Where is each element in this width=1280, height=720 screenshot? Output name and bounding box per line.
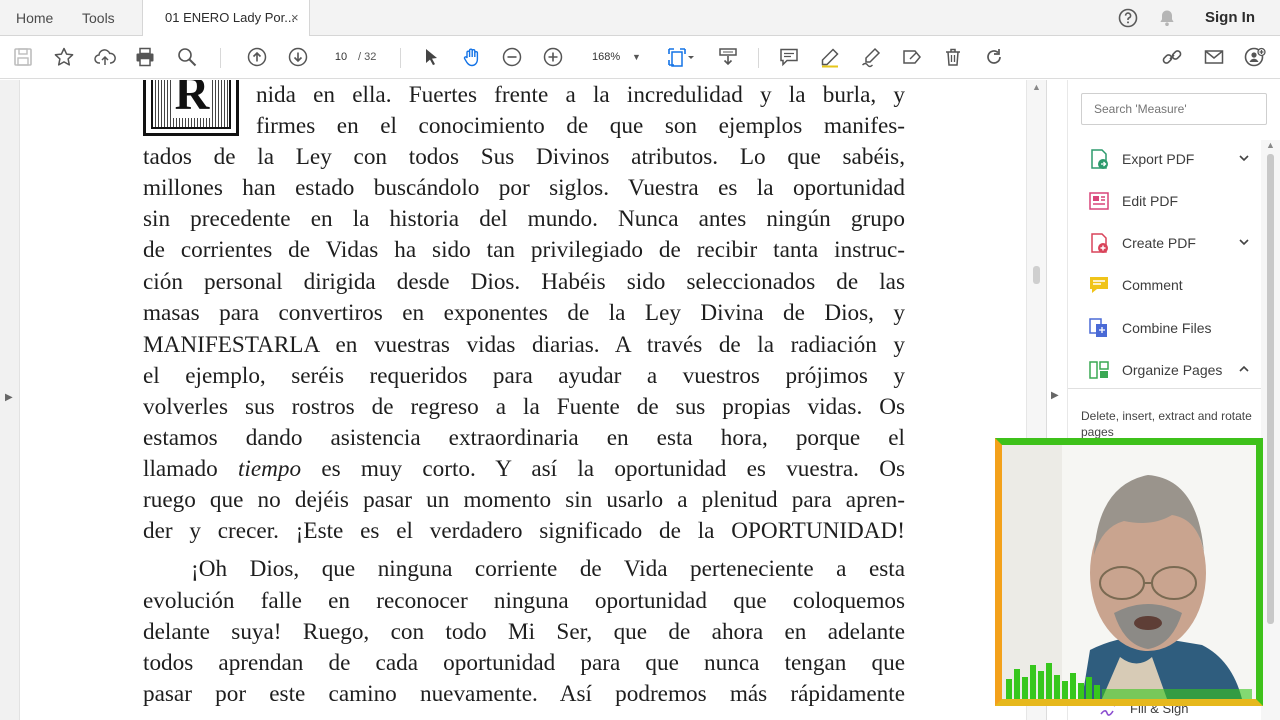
comment-icon[interactable]	[778, 46, 800, 68]
text-line: masas para convertiros en exponentes de …	[143, 300, 905, 326]
highlight-pen-icon[interactable]	[819, 46, 841, 68]
notifications-bell-icon[interactable]	[1157, 8, 1177, 28]
scrolling-mode-icon[interactable]	[717, 46, 739, 68]
zoom-out-icon[interactable]	[501, 46, 523, 68]
share-link-icon[interactable]	[1161, 46, 1183, 68]
tools-scrollbar[interactable]: ▲	[1261, 140, 1280, 720]
left-panel-toggle[interactable]: ▶	[0, 80, 20, 720]
next-page-icon[interactable]	[287, 46, 309, 68]
zoom-level-dropdown[interactable]: 168% ▼	[586, 46, 644, 68]
rotate-redo-icon[interactable]	[983, 46, 1005, 68]
select-pointer-icon[interactable]	[420, 46, 442, 68]
previous-page-icon[interactable]	[246, 46, 268, 68]
top-tab-bar: Home Tools 01 ENERO Lady Por... × Sign I…	[0, 0, 1280, 37]
chevron-up-icon[interactable]	[1238, 363, 1250, 375]
email-envelope-icon[interactable]	[1203, 46, 1225, 68]
organize-pages-tool[interactable]: Organize Pages	[1088, 353, 1268, 387]
text-line: sin precedente en la historia del mundo.…	[143, 206, 905, 232]
tool-label: Organize Pages	[1122, 362, 1223, 378]
tool-label: Export PDF	[1122, 151, 1195, 167]
scrollbar-thumb[interactable]	[1267, 154, 1274, 624]
scroll-up-arrow-icon[interactable]: ▲	[1266, 140, 1275, 150]
panel-divider	[1068, 388, 1264, 389]
zoom-level-value: 168%	[592, 51, 621, 63]
save-icon[interactable]	[12, 46, 34, 68]
edit-pdf-icon	[1088, 190, 1110, 212]
text-line: tados de la Ley con todos Sus Divinos at…	[143, 144, 905, 170]
text-line: delante suya! Ruego, con todo Mi Ser, qu…	[143, 619, 905, 645]
toolbar-divider	[758, 48, 759, 68]
text-line: volverles sus rostros de regreso a la Fu…	[143, 394, 905, 420]
acrobat-window: Home Tools 01 ENERO Lady Por... × Sign I…	[0, 0, 1280, 720]
chevron-down-icon[interactable]	[1238, 152, 1250, 164]
text-line: nida en ella. Fuertes frente a la incred…	[256, 82, 905, 108]
document-tab[interactable]: 01 ENERO Lady Por... ×	[142, 0, 310, 37]
scroll-up-arrow-icon[interactable]: ▲	[1032, 82, 1041, 92]
create-pdf-icon	[1088, 232, 1110, 254]
main-toolbar: 10 / 32 168% ▼	[0, 36, 1280, 79]
tool-label: Combine Files	[1122, 320, 1212, 336]
current-page-field[interactable]: 10	[328, 46, 354, 68]
chevron-down-icon[interactable]	[1238, 236, 1250, 248]
expand-arrow-icon[interactable]: ▶	[5, 392, 13, 403]
document-viewport[interactable]: ▶ R nida en ella. Fuertes frente a la in…	[0, 80, 1046, 720]
collapse-panel-arrow-icon[interactable]: ▶	[1051, 390, 1059, 401]
close-tab-icon[interactable]: ×	[291, 0, 299, 36]
audio-level-meter	[1006, 663, 1252, 699]
print-icon[interactable]	[134, 46, 156, 68]
text-line: llamado tiempo es muy corto. Y así la op…	[143, 456, 905, 482]
page-total-label: / 32	[358, 51, 377, 63]
comment-tool[interactable]: Comment	[1088, 268, 1268, 302]
text-line: der y crecer. ¡Este es el verdadero sign…	[143, 518, 905, 544]
text-line: el ejemplo, seréis requeridos para ayuda…	[143, 363, 905, 389]
cloud-upload-icon[interactable]	[94, 46, 116, 68]
hand-tool-icon[interactable]	[461, 46, 483, 68]
toolbar-divider	[220, 48, 221, 68]
text-line: evolución falle en reconocer ninguna opo…	[143, 588, 905, 614]
scrollbar-thumb[interactable]	[1033, 266, 1040, 284]
star-bookmark-icon[interactable]	[53, 46, 75, 68]
combine-files-icon	[1088, 317, 1110, 339]
draw-signature-icon[interactable]	[860, 46, 882, 68]
document-tab-label: 01 ENERO Lady Por...	[165, 10, 296, 25]
export-pdf-icon	[1088, 148, 1110, 170]
tool-label: Create PDF	[1122, 235, 1196, 251]
comment-icon	[1088, 274, 1110, 296]
text-line: ¡Oh Dios, que ninguna corriente de Vida …	[191, 556, 905, 582]
combine-files-tool[interactable]: Combine Files	[1088, 311, 1268, 345]
text-line: firmes en el conocimiento de que son eje…	[256, 113, 905, 139]
create-pdf-tool[interactable]: Create PDF	[1088, 226, 1268, 260]
text-line: de corrientes de Vidas ha sido tan privi…	[143, 237, 905, 263]
search-icon[interactable]	[176, 46, 198, 68]
edit-pdf-tool[interactable]: Edit PDF	[1088, 184, 1268, 218]
delete-trash-icon[interactable]	[942, 46, 964, 68]
chevron-down-icon: ▼	[632, 52, 641, 62]
tool-search-input[interactable]	[1081, 93, 1267, 125]
text-line: estamos dando asistencia extraordinaria …	[143, 425, 905, 451]
export-pdf-tool[interactable]: Export PDF	[1088, 142, 1268, 176]
sign-in-link[interactable]: Sign In	[1205, 0, 1255, 36]
organize-pages-icon	[1088, 359, 1110, 381]
decorative-initial-letter: R	[143, 80, 239, 136]
tool-label: Edit PDF	[1122, 193, 1179, 209]
fit-page-icon[interactable]	[666, 46, 688, 68]
text-line: todos aprendan de cada oportunidad para …	[143, 650, 905, 676]
text-line: pasar por este camino nuevamente. Así po…	[143, 681, 905, 707]
add-user-icon[interactable]	[1244, 46, 1266, 68]
toolbar-divider	[400, 48, 401, 68]
text-line: ruego que no dejéis pasar un momento sin…	[143, 487, 905, 513]
tool-label: Comment	[1122, 277, 1183, 293]
home-tab[interactable]: Home	[16, 0, 53, 36]
stamp-tag-icon[interactable]	[901, 46, 923, 68]
help-icon[interactable]	[1118, 8, 1138, 28]
zoom-in-icon[interactable]	[542, 46, 564, 68]
chevron-down-icon[interactable]	[686, 46, 696, 68]
initial-letter: R	[172, 80, 212, 118]
organize-pages-description: Delete, insert, extract and rotate pages	[1081, 409, 1252, 439]
text-line: MANIFESTARLA en vuestras vidas diarias. …	[143, 332, 905, 358]
tools-tab[interactable]: Tools	[82, 0, 115, 36]
text-line: ción personal dirigida desde Dios. Habéi…	[143, 269, 905, 295]
webcam-video-overlay	[995, 438, 1263, 706]
text-line: millones han estado buscándolo por siglo…	[143, 175, 905, 201]
